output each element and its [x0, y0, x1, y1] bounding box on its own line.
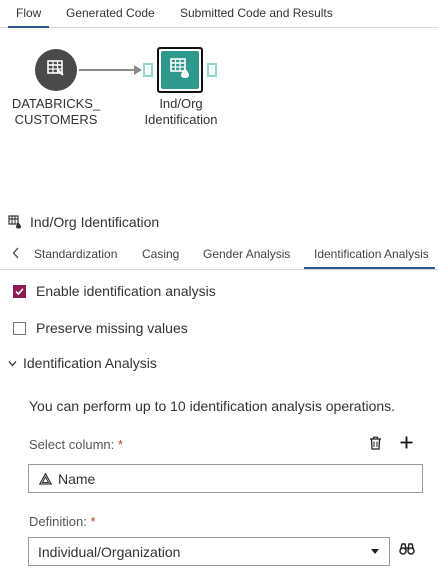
flow-connector[interactable] — [79, 69, 139, 71]
tab-standardization[interactable]: Standardization — [34, 241, 117, 268]
target-node-label: Ind/Org Identification — [130, 96, 232, 128]
info-text: You can perform up to 10 identification … — [29, 398, 396, 414]
properties-tab-bar: Standardization Casing Gender Analysis I… — [0, 241, 438, 270]
trash-icon — [369, 436, 382, 455]
definition-label: Definition: * — [29, 514, 96, 529]
select-column-label: Select column: * — [29, 437, 123, 452]
preserve-missing-checkbox[interactable]: Preserve missing values — [13, 320, 188, 336]
enable-identification-label: Enable identification analysis — [36, 283, 216, 299]
character-column-icon — [39, 472, 52, 485]
selected-column-value: Name — [58, 470, 96, 487]
tab-flow[interactable]: Flow — [8, 0, 50, 28]
required-marker: * — [117, 437, 123, 452]
required-marker: * — [90, 514, 96, 529]
chevron-down-icon — [8, 360, 17, 367]
top-tab-bar: Flow Generated Code Submitted Code and R… — [0, 0, 438, 28]
chevron-left-icon[interactable] — [12, 247, 20, 262]
enable-identification-checkbox[interactable]: Enable identification analysis — [13, 283, 216, 299]
source-node-label-line1: DATABRICKS_ — [11, 96, 101, 111]
identification-table-icon — [8, 215, 22, 229]
target-node-label-line1: Ind/Org — [159, 96, 203, 111]
panel-title: Ind/Org Identification — [30, 214, 160, 230]
arrow-right-icon — [134, 65, 142, 75]
definition-value: Individual/Organization — [38, 543, 181, 560]
output-port[interactable] — [207, 63, 217, 77]
target-node-label-line2: Identification — [144, 112, 218, 127]
panel-header: Ind/Org Identification — [8, 212, 159, 232]
checkbox-checked-icon — [13, 284, 26, 298]
identification-table-icon — [169, 57, 191, 84]
checkbox-unchecked-icon — [13, 321, 26, 335]
delete-button[interactable] — [367, 436, 383, 455]
source-node-label: DATABRICKS_ CUSTOMERS — [4, 96, 108, 128]
table-icon — [46, 58, 66, 83]
preserve-missing-label: Preserve missing values — [36, 320, 188, 336]
tab-submitted-code-results[interactable]: Submitted Code and Results — [180, 0, 333, 27]
binoculars-icon — [399, 542, 415, 560]
section-label: Identification Analysis — [23, 355, 157, 371]
definition-label-text: Definition: — [29, 514, 87, 529]
selected-column-field[interactable]: Name — [28, 464, 423, 493]
identification-section-toggle[interactable]: Identification Analysis — [8, 355, 157, 371]
tab-identification-analysis[interactable]: Identification Analysis — [304, 241, 435, 269]
definition-select[interactable]: Individual/Organization — [28, 537, 390, 566]
tab-gender-analysis[interactable]: Gender Analysis — [203, 241, 290, 268]
add-button[interactable] — [398, 436, 414, 454]
plus-icon — [400, 436, 413, 454]
select-column-label-text: Select column: — [29, 437, 115, 452]
tab-casing[interactable]: Casing — [142, 241, 179, 268]
input-port[interactable] — [143, 63, 153, 77]
source-node[interactable] — [35, 49, 77, 91]
caret-down-icon — [371, 549, 379, 554]
tab-generated-code[interactable]: Generated Code — [66, 0, 155, 27]
browse-definitions-button[interactable] — [398, 543, 416, 559]
target-node[interactable] — [157, 47, 203, 93]
source-node-label-line2: CUSTOMERS — [14, 112, 98, 127]
flow-canvas: DATABRICKS_ CUSTOMERS Ind/Org Identifica… — [0, 28, 438, 198]
